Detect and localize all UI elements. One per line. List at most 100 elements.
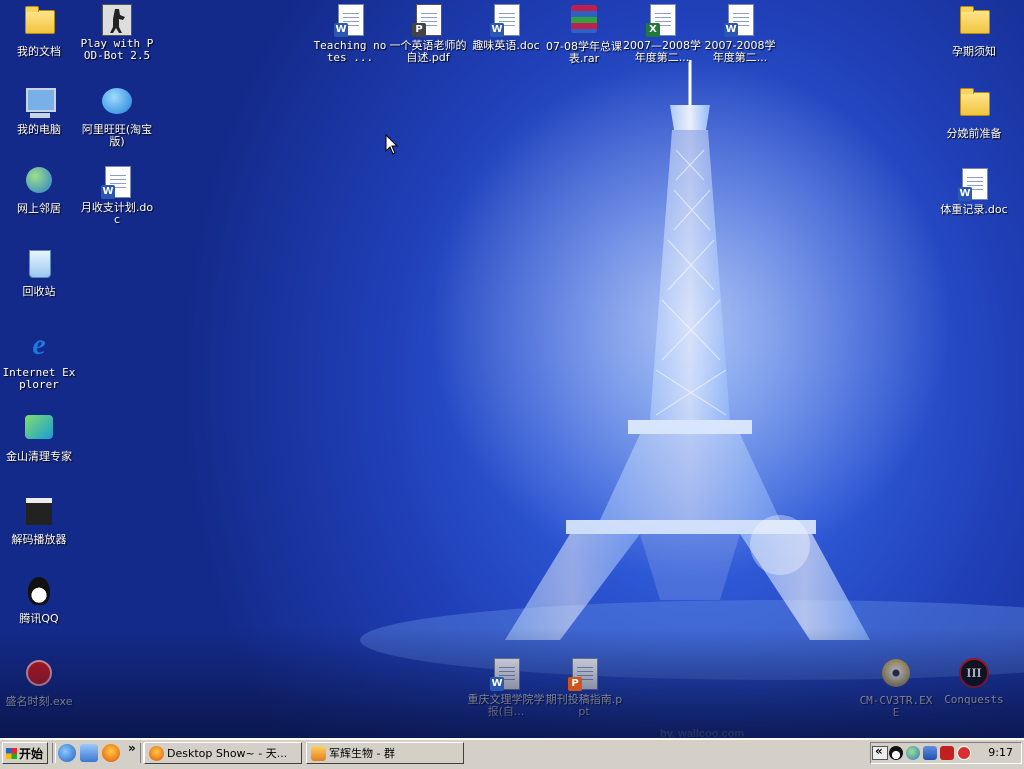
desktop-icon-shengming[interactable]: 盛名时刻.exe	[0, 656, 78, 708]
desktop-icon-label: 趣味英语.doc	[472, 39, 540, 52]
desktop-icon-label: 我的电脑	[17, 123, 61, 136]
quick-launch-ie-icon[interactable]	[58, 744, 76, 762]
desktop-icon-qq[interactable]: 腾讯QQ	[0, 574, 78, 625]
desktop-icon-label: Internet Explorer	[2, 366, 76, 391]
desktop-icon-internet-explorer[interactable]: e Internet Explorer	[0, 328, 78, 391]
quick-launch-desktop-icon[interactable]	[80, 744, 98, 762]
desktop-icon-label: 月收支计划.doc	[80, 201, 154, 226]
excel-document-icon: X	[645, 4, 679, 38]
desktop-icon-journal-doc[interactable]: W 重庆文理学院学报(自...	[467, 656, 545, 718]
desktop-icon-label: CM-CV3TR.EXE	[859, 694, 933, 719]
desktop-icon-pod-bot[interactable]: Play with POD-Bot 2.5	[78, 2, 156, 62]
desktop-icon-my-computer[interactable]: 我的电脑	[0, 84, 78, 136]
word-document-icon: W	[957, 168, 991, 202]
network-tray-icon[interactable]	[906, 746, 920, 760]
security-shield-tray-icon[interactable]	[957, 746, 971, 760]
start-button[interactable]: 开始	[2, 742, 48, 764]
folder-icon	[957, 88, 991, 126]
qq-tray-icon[interactable]	[889, 746, 903, 760]
desktop-icon-label: 07-08学年总课表.rar	[546, 40, 622, 65]
task-label: Desktop Show~ - 天...	[167, 747, 288, 760]
civilization-iii-icon: III	[957, 658, 991, 692]
desktop-icon-label: 回收站	[22, 285, 56, 298]
desktop-icon-label: 分娩前准备	[946, 127, 1002, 140]
recycle-bin-icon	[22, 250, 56, 284]
desktop-icon-submission-ppt[interactable]: P 期刊投稿指南.ppt	[545, 656, 623, 718]
desktop-icon-label: 2007—2008学年度第二...	[623, 39, 701, 64]
desktop-icon-teacher-pdf[interactable]: P 一个英语老师的自述.pdf	[389, 2, 467, 64]
quick-launch-firefox-icon[interactable]	[102, 744, 120, 762]
desktop-icon-media-player[interactable]: 解码播放器	[0, 492, 78, 546]
start-button-label: 开始	[19, 747, 44, 761]
taskbar-task-qq-group[interactable]: 军辉生物 - 群	[306, 742, 464, 764]
word-document-icon: W	[723, 4, 757, 38]
antivirus-tray-icon[interactable]	[940, 746, 954, 760]
firefox-icon	[149, 746, 164, 761]
wallpaper-watermark: by. wallcoo.com	[660, 728, 745, 738]
desktop-icon-label: 一个英语老师的自述.pdf	[389, 39, 467, 64]
desktop-icon-label: 2007-2008学年度第二...	[704, 39, 776, 64]
desktop-icon-label: 期刊投稿指南.ppt	[545, 693, 623, 718]
desktop-icon-label: 金山清理专家	[6, 450, 72, 463]
network-places-icon	[22, 167, 56, 201]
desktop-icon-label: 盛名时刻.exe	[5, 695, 73, 708]
desktop-icon-teaching-notes[interactable]: W Teaching notes ...	[311, 2, 389, 64]
desktop-icon-recycle-bin[interactable]: 回收站	[0, 246, 78, 298]
aliwangwang-icon	[100, 88, 134, 122]
qq-group-icon	[311, 746, 326, 761]
app-tray-icon[interactable]	[923, 746, 937, 760]
windows-logo-icon	[6, 748, 17, 759]
media-player-icon	[22, 498, 56, 532]
desktop-icon-delivery-folder[interactable]: 分娩前准备	[935, 84, 1013, 140]
desktop-icon-my-documents[interactable]: 我的文档	[0, 2, 78, 58]
desktop-icon-network[interactable]: 网上邻居	[0, 164, 78, 215]
desktop-icon-label: 网上邻居	[17, 202, 61, 215]
app-exe-icon	[22, 660, 56, 694]
taskbar-clock[interactable]: 9:17	[988, 743, 1013, 763]
word-document-icon: W	[489, 4, 523, 38]
powerpoint-document-icon: P	[567, 658, 601, 692]
desktop-icon-label: 解码播放器	[11, 533, 67, 546]
desktop-icon-word-2007[interactable]: W 2007-2008学年度第二...	[701, 2, 779, 64]
desktop-icon-pregnancy-folder[interactable]: 孕期须知	[935, 2, 1013, 58]
taskbar-separator	[52, 743, 56, 763]
quick-launch-more-button[interactable]: »	[128, 741, 136, 755]
desktop: 我的文档 Play with POD-Bot 2.5 我的电脑 阿里旺旺(淘宝版…	[0, 0, 1024, 738]
desktop-icon-label: 体重记录.doc	[940, 203, 1008, 216]
mouse-cursor-icon	[385, 134, 399, 155]
winrar-archive-icon	[567, 5, 601, 39]
internet-explorer-icon: e	[32, 328, 46, 361]
my-documents-icon	[22, 6, 56, 44]
folder-icon	[957, 6, 991, 44]
word-document-icon: W	[333, 4, 367, 38]
desktop-icon-label: Conquests	[944, 693, 1004, 706]
taskbar-task-firefox[interactable]: Desktop Show~ - 天...	[144, 742, 302, 764]
desktop-icon-label: 腾讯QQ	[19, 612, 59, 625]
word-document-icon: W	[100, 166, 134, 200]
desktop-icon-label: Teaching notes ...	[313, 39, 387, 64]
desktop-icon-weight-doc[interactable]: W 体重记录.doc	[935, 166, 1013, 216]
desktop-icon-kingsoft-cleaner[interactable]: 金山清理专家	[0, 410, 78, 463]
kingsoft-cleaner-icon	[22, 415, 56, 449]
desktop-icon-budget-doc[interactable]: W 月收支计划.doc	[78, 164, 156, 226]
desktop-icon-aliwangwang[interactable]: 阿里旺旺(淘宝版)	[78, 84, 156, 148]
pdf-document-icon: P	[411, 4, 445, 38]
tray-expand-button[interactable]: «	[875, 744, 883, 758]
taskbar: 开始 » Desktop Show~ - 天... 军辉生物 - 群 « 9:1…	[0, 738, 1024, 769]
desktop-icon-label: 重庆文理学院学报(自...	[467, 693, 545, 718]
desktop-icon-label: 我的文档	[17, 45, 61, 58]
task-label: 军辉生物 - 群	[329, 747, 395, 760]
desktop-icon-conquests[interactable]: III Conquests	[935, 656, 1013, 706]
counter-strike-icon	[102, 4, 132, 36]
desktop-icon-label: 阿里旺旺(淘宝版)	[81, 123, 153, 148]
desktop-icon-fun-english[interactable]: W 趣味英语.doc	[467, 2, 545, 52]
desktop-icon-label: Play with POD-Bot 2.5	[80, 37, 154, 62]
desktop-icon-label: 孕期须知	[952, 45, 996, 58]
my-computer-icon	[22, 88, 56, 122]
desktop-icon-schedule-rar[interactable]: 07-08学年总课表.rar	[545, 2, 623, 65]
qq-penguin-icon	[22, 577, 56, 611]
system-tray: « 9:17	[870, 742, 1022, 764]
desktop-icon-excel-2007[interactable]: X 2007—2008学年度第二...	[623, 2, 701, 64]
cd-installer-icon	[879, 659, 913, 693]
desktop-icon-cm-cv3tr[interactable]: CM-CV3TR.EXE	[857, 656, 935, 719]
